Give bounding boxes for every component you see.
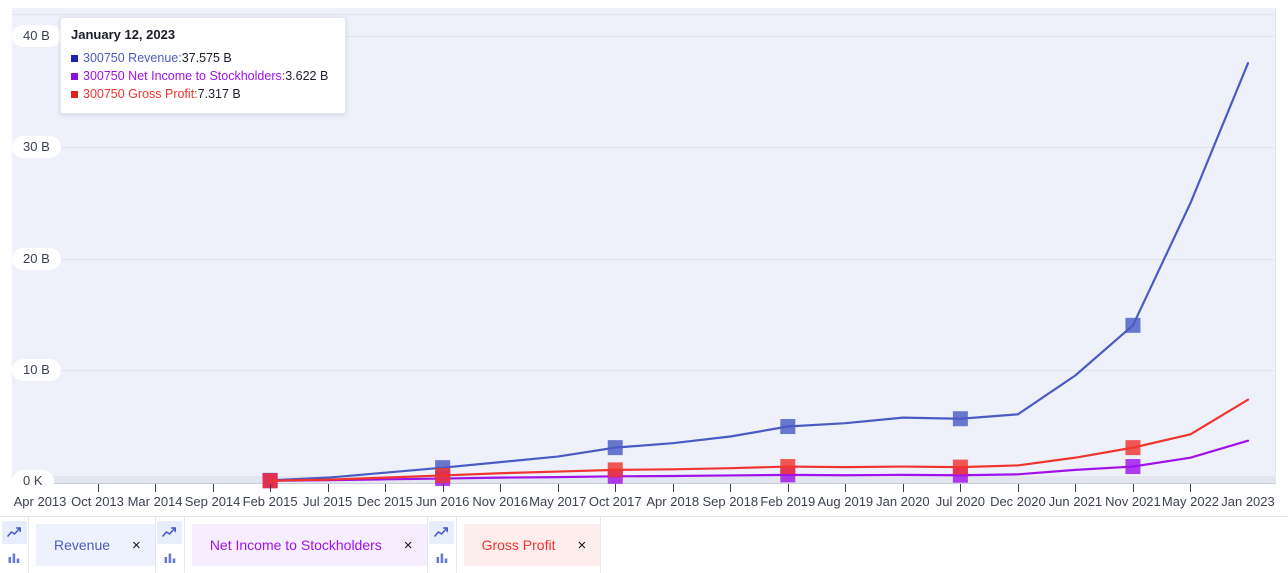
legend-series-chip[interactable]: Revenue × bbox=[36, 524, 155, 566]
gridline bbox=[12, 147, 1275, 148]
x-axis-tick bbox=[960, 484, 961, 492]
x-axis-tick bbox=[673, 484, 674, 492]
x-axis-tick bbox=[1018, 484, 1019, 492]
x-axis-line bbox=[12, 483, 1276, 484]
x-axis-tick bbox=[155, 484, 156, 492]
x-axis-tick bbox=[98, 484, 99, 492]
gridline bbox=[12, 259, 1275, 260]
tooltip-title: January 12, 2023 bbox=[71, 27, 335, 43]
x-axis-tick bbox=[500, 484, 501, 492]
x-axis-tick-label: Jun 2016 bbox=[416, 494, 470, 510]
x-axis-tick-label: May 2017 bbox=[529, 494, 586, 510]
x-axis-tick-label: Nov 2016 bbox=[472, 494, 528, 510]
remove-series-button[interactable]: × bbox=[577, 538, 586, 553]
x-axis-tick-label: Jun 2021 bbox=[1049, 494, 1103, 510]
gridline bbox=[12, 370, 1275, 371]
x-axis-tick-label: Aug 2019 bbox=[817, 494, 873, 510]
x-axis-tick-label: Jan 2020 bbox=[876, 494, 930, 510]
x-axis-tick bbox=[1190, 484, 1191, 492]
x-axis-tick-label: Mar 2014 bbox=[128, 494, 183, 510]
x-axis-tick bbox=[1075, 484, 1076, 492]
tooltip-row: 300750 Net Income to Stockholders: 3.622… bbox=[71, 67, 335, 85]
tooltip-series-name: 300750 Revenue: bbox=[83, 49, 182, 67]
chart-type-toggle-column bbox=[0, 517, 29, 573]
x-axis-tick bbox=[1133, 484, 1134, 492]
y-axis-tick-label: 40 B bbox=[12, 25, 61, 47]
tooltip-series-name: 300750 Gross Profit: bbox=[83, 85, 198, 103]
line-chart-icon bbox=[162, 526, 177, 539]
x-axis-tick bbox=[385, 484, 386, 492]
x-axis-tick bbox=[213, 484, 214, 492]
x-axis-tick bbox=[443, 484, 444, 492]
legend-items: Revenue×Net Income to Stockholders×Gross… bbox=[0, 517, 601, 573]
tooltip-rows: 300750 Revenue: 37.575 B300750 Net Incom… bbox=[71, 49, 335, 103]
x-axis-tick-label: Jul 2020 bbox=[936, 494, 985, 510]
x-axis-tick-label: Apr 2013 bbox=[14, 494, 67, 510]
x-axis-tick-label: Jul 2015 bbox=[303, 494, 352, 510]
legend-series-label: Net Income to Stockholders bbox=[210, 537, 382, 553]
y-axis-tick-label: 10 B bbox=[12, 359, 61, 381]
x-axis-tick bbox=[615, 484, 616, 492]
x-axis-tick-label: Sep 2014 bbox=[185, 494, 241, 510]
x-axis-tick-label: Apr 2018 bbox=[646, 494, 699, 510]
x-axis-tick-label: Nov 2021 bbox=[1105, 494, 1161, 510]
x-axis-tick-label: Feb 2015 bbox=[243, 494, 298, 510]
legend-series-group: Net Income to Stockholders × bbox=[156, 517, 428, 573]
y-axis-tick-label: 20 B bbox=[12, 248, 61, 270]
legend-series-group: Gross Profit × bbox=[428, 517, 602, 573]
bar-chart-toggle-button[interactable] bbox=[429, 546, 454, 569]
y-axis-tick-label: 0 K bbox=[12, 470, 54, 492]
x-axis-tick-label: Dec 2015 bbox=[357, 494, 413, 510]
tooltip-series-value: 3.622 B bbox=[285, 67, 328, 85]
x-axis-tick bbox=[788, 484, 789, 492]
line-chart-icon bbox=[7, 526, 22, 539]
tooltip-row: 300750 Gross Profit: 7.317 B bbox=[71, 85, 335, 103]
tooltip-color-swatch bbox=[71, 91, 78, 98]
x-axis-tick-label: May 2022 bbox=[1162, 494, 1219, 510]
tooltip-series-name: 300750 Net Income to Stockholders: bbox=[83, 67, 285, 85]
x-axis-tick-label: Feb 2019 bbox=[760, 494, 815, 510]
bar-chart-toggle-button[interactable] bbox=[157, 546, 182, 569]
tooltip-series-value: 37.575 B bbox=[182, 49, 232, 67]
x-axis-tick-label: Sep 2018 bbox=[702, 494, 758, 510]
x-axis-tick-label: Oct 2017 bbox=[589, 494, 642, 510]
legend-empty-space bbox=[601, 517, 1288, 573]
legend-series-label: Revenue bbox=[54, 537, 110, 553]
x-axis-tick-label: Oct 2013 bbox=[71, 494, 124, 510]
x-axis-tick bbox=[558, 484, 559, 492]
chart-region: 0 K 10 B 20 B 30 B 40 B Apr 2013Oct 2013Mar … bbox=[0, 0, 1288, 516]
legend-series-label: Gross Profit bbox=[482, 537, 556, 553]
tooltip-color-swatch bbox=[71, 73, 78, 80]
bar-chart-icon bbox=[163, 551, 177, 564]
financial-chart-app: 0 K 10 B 20 B 30 B 40 B Apr 2013Oct 2013Mar … bbox=[0, 0, 1288, 573]
bar-chart-icon bbox=[435, 551, 449, 564]
chart-type-toggle-column bbox=[428, 517, 457, 573]
x-axis-tick bbox=[903, 484, 904, 492]
x-axis-tick-label: Dec 2020 bbox=[990, 494, 1046, 510]
tooltip-row: 300750 Revenue: 37.575 B bbox=[71, 49, 335, 67]
chart-tooltip: January 12, 2023 300750 Revenue: 37.575 … bbox=[60, 17, 346, 114]
x-axis-tick bbox=[730, 484, 731, 492]
x-axis-tick bbox=[270, 484, 271, 492]
line-chart-toggle-button[interactable] bbox=[429, 521, 454, 544]
remove-series-button[interactable]: × bbox=[404, 538, 413, 553]
line-chart-icon bbox=[434, 526, 449, 539]
x-axis-tick bbox=[328, 484, 329, 492]
tooltip-series-value: 7.317 B bbox=[198, 85, 241, 103]
x-axis-tick bbox=[845, 484, 846, 492]
remove-series-button[interactable]: × bbox=[132, 538, 141, 553]
legend-series-chip[interactable]: Net Income to Stockholders × bbox=[192, 524, 427, 566]
legend-series-group: Revenue × bbox=[0, 517, 156, 573]
x-axis-tick-label: Jan 2023 bbox=[1221, 494, 1275, 510]
chart-type-toggle-column bbox=[156, 517, 185, 573]
tooltip-color-swatch bbox=[71, 55, 78, 62]
line-chart-toggle-button[interactable] bbox=[2, 521, 27, 544]
bar-chart-icon bbox=[7, 551, 21, 564]
line-chart-toggle-button[interactable] bbox=[157, 521, 182, 544]
y-axis-tick-label: 30 B bbox=[12, 136, 61, 158]
legend-bar: Revenue×Net Income to Stockholders×Gross… bbox=[0, 516, 1288, 573]
gridline-top bbox=[12, 14, 1275, 15]
legend-series-chip[interactable]: Gross Profit × bbox=[464, 524, 601, 566]
bar-chart-toggle-button[interactable] bbox=[2, 546, 27, 569]
